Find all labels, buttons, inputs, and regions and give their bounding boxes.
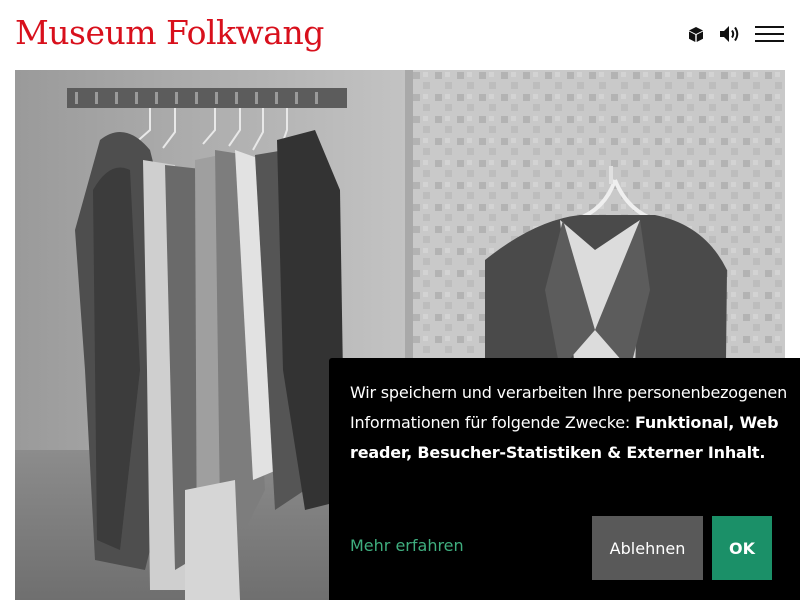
cube-icon[interactable] <box>684 22 708 46</box>
site-logo[interactable]: Museum Folkwang <box>15 11 324 55</box>
menu-line <box>755 26 784 28</box>
learn-more-link[interactable]: Mehr erfahren <box>350 536 464 555</box>
page: Museum Folkwang Wir speichern und verarb… <box>0 0 800 600</box>
cookie-message: Wir speichern und verarbeiten Ihre perso… <box>350 378 790 468</box>
menu-line <box>755 40 784 42</box>
menu-line <box>755 33 784 35</box>
ok-button[interactable]: OK <box>712 516 772 580</box>
site-header: Museum Folkwang <box>0 0 800 70</box>
cookie-text-end: . <box>759 443 766 462</box>
speaker-icon[interactable] <box>718 22 742 46</box>
cookie-banner: Wir speichern und verarbeiten Ihre perso… <box>329 358 800 600</box>
hamburger-menu-icon[interactable] <box>755 24 785 44</box>
decline-button[interactable]: Ablehnen <box>592 516 703 580</box>
